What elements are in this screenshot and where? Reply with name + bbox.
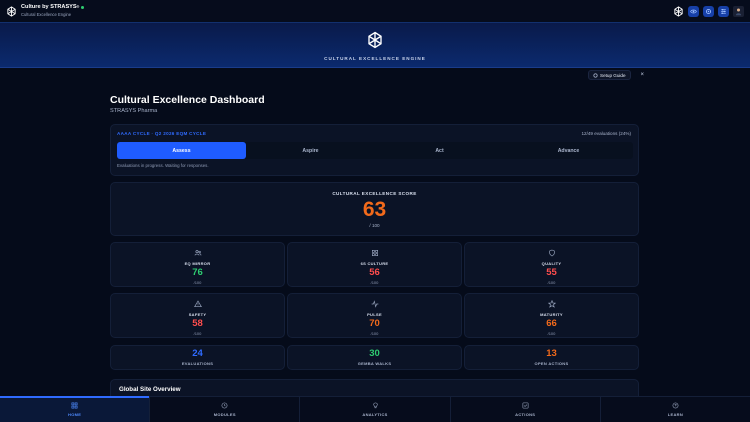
- metric-max: /100: [193, 330, 202, 336]
- app-subtitle: Cultural Excellence Engine: [21, 11, 72, 17]
- app-header: Culture by STRASYS ® Cultural Excellence …: [0, 0, 750, 22]
- nav-home[interactable]: HOME: [0, 396, 151, 422]
- strasys-logo-icon: [368, 31, 382, 49]
- banner-title: CULTURAL EXCELLENCE ENGINE: [324, 56, 426, 61]
- setup-guide-button[interactable]: Setup Guide: [588, 70, 631, 80]
- metric-card-eq-mirror[interactable]: EQ MIRROR 76 /100: [110, 242, 285, 287]
- metric-value: 76: [192, 267, 203, 278]
- metric-max: /100: [547, 279, 556, 285]
- nav-label: ANALYTICS: [362, 412, 388, 417]
- nav-label: MODULES: [213, 412, 236, 417]
- tab-advance[interactable]: Advance: [504, 142, 633, 159]
- gear-icon: [706, 8, 711, 14]
- metric-max: /100: [193, 279, 202, 285]
- stat-card-gemba-walks[interactable]: 30 GEMBA WALKS: [287, 345, 462, 370]
- evaluation-count: 12/49 evaluations (24%): [581, 131, 631, 136]
- stat-label: GEMBA WALKS: [357, 360, 392, 366]
- metric-value: 66: [546, 318, 557, 329]
- tab-aspire[interactable]: Aspire: [246, 142, 375, 159]
- online-status-dot: [81, 6, 85, 10]
- metric-value: 70: [369, 318, 380, 329]
- page-title: Cultural Excellence Dashboard: [110, 94, 265, 106]
- stat-card-open-actions[interactable]: 13 OPEN ACTIONS: [464, 345, 639, 370]
- metric-card-quality[interactable]: QUALITY 55 /100: [464, 242, 639, 287]
- score-max: / 100: [369, 223, 380, 228]
- pulse-icon: [371, 300, 378, 308]
- user-avatar[interactable]: [733, 5, 744, 17]
- setup-guide-label: Setup Guide: [600, 72, 626, 78]
- metric-label: QUALITY: [541, 261, 562, 266]
- excellence-score-card: CULTURAL EXCELLENCE SCORE 63 / 100: [110, 182, 639, 236]
- strasys-logo-icon: [7, 5, 16, 17]
- metric-card-6s-culture[interactable]: 6S CULTURE 56 /100: [287, 242, 462, 287]
- stat-label: EVALUATIONS: [181, 360, 214, 366]
- metric-value: 55: [546, 267, 557, 278]
- bottom-navigation: HOME MODULES ANALYTICS ACTIONS LEARN: [0, 396, 750, 422]
- view-button[interactable]: [688, 5, 699, 17]
- metric-card-pulse[interactable]: PULSE 70 /100: [287, 293, 462, 338]
- score-label: CULTURAL EXCELLENCE SCORE: [332, 191, 417, 196]
- tab-assess[interactable]: Assess: [117, 142, 246, 159]
- settings-button[interactable]: [703, 5, 714, 17]
- metric-value: 56: [369, 267, 380, 278]
- metric-value: 58: [192, 318, 203, 329]
- cycle-phase-tabs: Assess Aspire Act Advance: [117, 142, 633, 159]
- network-button[interactable]: [673, 5, 684, 17]
- metric-max: /100: [370, 330, 379, 336]
- stat-value: 24: [192, 348, 203, 360]
- nav-label: HOME: [68, 412, 82, 417]
- metric-label: 6S CULTURE: [360, 261, 389, 266]
- sliders-icon: [721, 8, 726, 14]
- stat-value: 30: [369, 348, 380, 360]
- metric-label: EQ MIRROR: [184, 261, 211, 266]
- warning-icon: [193, 300, 202, 307]
- nav-label: LEARN: [667, 412, 684, 417]
- metric-label: MATURITY: [540, 312, 563, 317]
- score-value: 63: [362, 198, 387, 221]
- gear-icon: [593, 73, 598, 77]
- nav-learn[interactable]: LEARN: [601, 397, 750, 422]
- organization-name: STRASYS Pharma: [110, 108, 158, 114]
- metric-card-safety[interactable]: SAFETY 58 /100: [110, 293, 285, 338]
- nav-analytics[interactable]: ANALYTICS: [300, 397, 451, 422]
- modules-icon: [221, 402, 228, 409]
- close-icon[interactable]: ×: [641, 72, 645, 78]
- star-icon: [547, 300, 556, 308]
- grid-icon: [371, 250, 378, 256]
- nav-actions[interactable]: ACTIONS: [451, 397, 601, 422]
- stat-label: OPEN ACTIONS: [534, 360, 569, 366]
- cycle-status-text: Evaluations in progress. Waiting for res…: [117, 163, 209, 168]
- stat-card-evaluations[interactable]: 24 EVALUATIONS: [110, 345, 285, 370]
- checkbox-icon: [522, 402, 529, 409]
- user-photo-icon: [735, 8, 742, 15]
- setup-guide-bar: Setup Guide ×: [588, 70, 644, 80]
- help-icon: [672, 402, 679, 409]
- cycle-label: AAAA CYCLE · Q2 2026 EQM CYCLE: [117, 131, 207, 136]
- metric-max: /100: [547, 330, 556, 336]
- metric-label: SAFETY: [188, 312, 207, 317]
- eye-icon: [690, 9, 697, 13]
- cycle-card: AAAA CYCLE · Q2 2026 EQM CYCLE 12/49 eva…: [110, 124, 639, 176]
- trademark: ®: [76, 5, 80, 10]
- stat-value: 13: [546, 348, 557, 360]
- shield-icon: [548, 249, 555, 257]
- tab-act[interactable]: Act: [375, 142, 504, 159]
- lightbulb-icon: [372, 402, 378, 409]
- app-name-text: Culture by STRASYS: [21, 4, 77, 11]
- home-grid-icon: [71, 402, 78, 409]
- hero-banner: CULTURAL EXCELLENCE ENGINE: [0, 22, 750, 68]
- metric-card-maturity[interactable]: MATURITY 66 /100: [464, 293, 639, 338]
- users-icon: [194, 250, 201, 256]
- filters-button[interactable]: [718, 5, 729, 17]
- network-icon: [674, 5, 683, 17]
- metric-max: /100: [370, 279, 379, 285]
- overview-title: Global Site Overview: [119, 386, 181, 393]
- app-name[interactable]: Culture by STRASYS ®: [21, 4, 85, 11]
- metric-label: PULSE: [367, 312, 382, 317]
- nav-modules[interactable]: MODULES: [150, 397, 301, 422]
- nav-label: ACTIONS: [515, 412, 536, 417]
